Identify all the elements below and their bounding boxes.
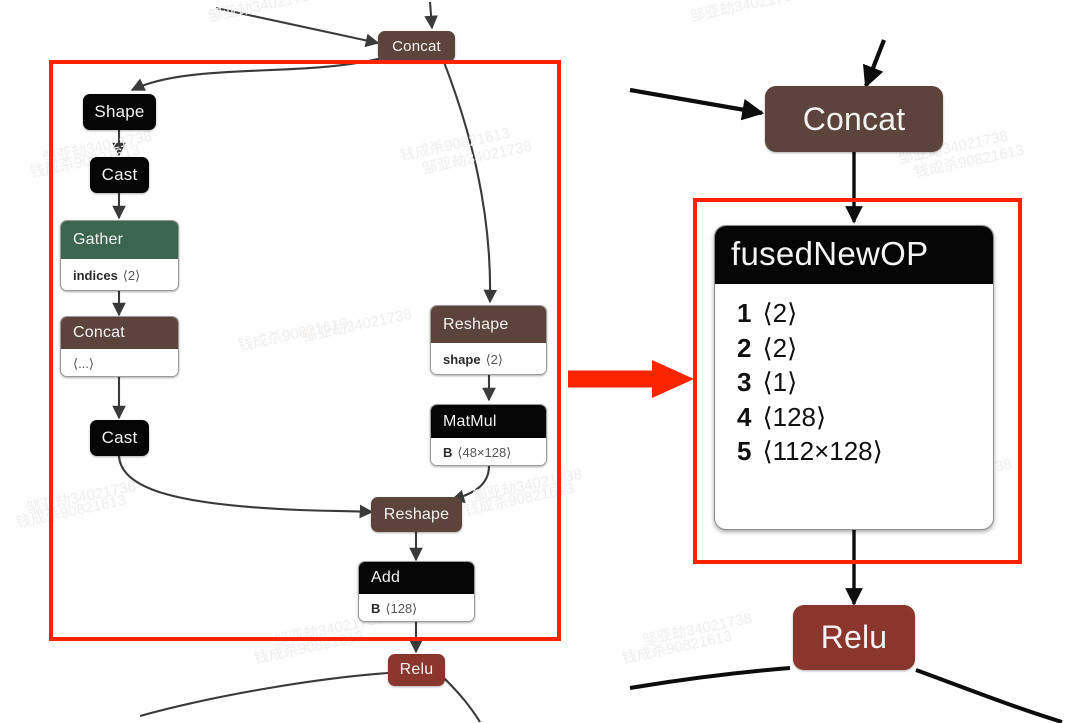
input-shape: ⟨1⟩ (762, 367, 798, 398)
node-title: Concat (392, 38, 441, 55)
fused-op-inputs: 1 ⟨2⟩ 2 ⟨2⟩ 3 ⟨1⟩ 4 ⟨128⟩ 5 ⟨112×128⟩ (715, 284, 993, 483)
node-title: Cast (101, 165, 138, 184)
attr-key: shape (443, 352, 481, 367)
attr-key: indices (73, 268, 118, 283)
node-add[interactable]: Add B ⟨128⟩ (358, 561, 475, 622)
node-attr: shape ⟨2⟩ (431, 343, 546, 374)
fused-input-row: 2 ⟨2⟩ (737, 331, 977, 366)
node-title: Relu (820, 619, 888, 655)
node-title: Concat (61, 317, 178, 349)
fusion-arrow-shape (568, 360, 694, 398)
fused-input-row: 3 ⟨1⟩ (737, 365, 977, 400)
fused-op-title: fusedNewOP (715, 226, 993, 284)
input-index: 3 (737, 367, 752, 398)
fused-input-row: 1 ⟨2⟩ (737, 296, 977, 331)
node-shape[interactable]: Shape (83, 94, 156, 130)
node-attr: B ⟨128⟩ (359, 594, 474, 621)
attr-key: B (443, 445, 453, 460)
attr-value: ⟨2⟩ (485, 351, 503, 367)
node-attr: ⟨...⟩ (61, 349, 178, 376)
node-title: Shape (94, 102, 145, 121)
input-shape: ⟨128⟩ (762, 401, 827, 432)
node-cast-1[interactable]: Cast (90, 157, 149, 193)
fused-input-row: 5 ⟨112×128⟩ (737, 434, 977, 469)
node-relu-left[interactable]: Relu (388, 654, 445, 686)
input-shape: ⟨2⟩ (762, 298, 798, 328)
input-shape: ⟨112×128⟩ (762, 436, 883, 467)
node-fused-new-op[interactable]: fusedNewOP 1 ⟨2⟩ 2 ⟨2⟩ 3 ⟨1⟩ 4 ⟨128⟩ 5 ⟨112×1… (714, 225, 994, 530)
node-title: Cast (101, 428, 138, 447)
node-gather[interactable]: Gather indices ⟨2⟩ (60, 220, 179, 291)
node-concat-top[interactable]: Concat (378, 31, 455, 62)
node-reshape-bottom[interactable]: Reshape (371, 497, 462, 532)
input-index: 1 (737, 298, 752, 328)
node-title: Add (359, 562, 474, 594)
node-concat-right[interactable]: Concat (765, 86, 943, 152)
attr-value: ⟨...⟩ (73, 355, 94, 371)
input-index: 4 (737, 401, 752, 432)
node-attr: B ⟨48×128⟩ (431, 438, 546, 465)
node-title: MatMul (431, 405, 546, 438)
node-attr: indices ⟨2⟩ (61, 259, 178, 290)
node-cast-2[interactable]: Cast (90, 420, 149, 456)
node-concat-mid[interactable]: Concat ⟨...⟩ (60, 316, 179, 377)
watermark: 邹亚劫34021738 (300, 305, 414, 346)
node-relu-right[interactable]: Relu (793, 605, 915, 670)
node-title: Reshape (431, 306, 546, 343)
attr-value: ⟨128⟩ (385, 600, 418, 616)
diagram-canvas: 邹亚劫34021738 钱成杀90821613 钱成杀90821613 邹亚劫3… (0, 0, 1080, 723)
attr-value: ⟨2⟩ (122, 267, 141, 283)
input-shape: ⟨2⟩ (762, 332, 798, 363)
input-index: 2 (737, 332, 752, 363)
fused-input-row: 4 ⟨128⟩ (737, 400, 977, 435)
node-matmul[interactable]: MatMul B ⟨48×128⟩ (430, 404, 547, 466)
attr-value: ⟨48×128⟩ (457, 444, 512, 460)
input-index: 5 (737, 436, 752, 467)
node-title: Relu (399, 661, 434, 678)
node-title: Reshape (383, 505, 450, 523)
watermark: 邹亚劫34021738 (688, 0, 802, 26)
watermark: 邹亚劫34021738 (206, 0, 320, 26)
node-title: Gather (61, 221, 178, 259)
attr-key: B (371, 601, 381, 616)
node-reshape-top[interactable]: Reshape shape ⟨2⟩ (430, 305, 547, 375)
node-title: Concat (802, 100, 906, 137)
